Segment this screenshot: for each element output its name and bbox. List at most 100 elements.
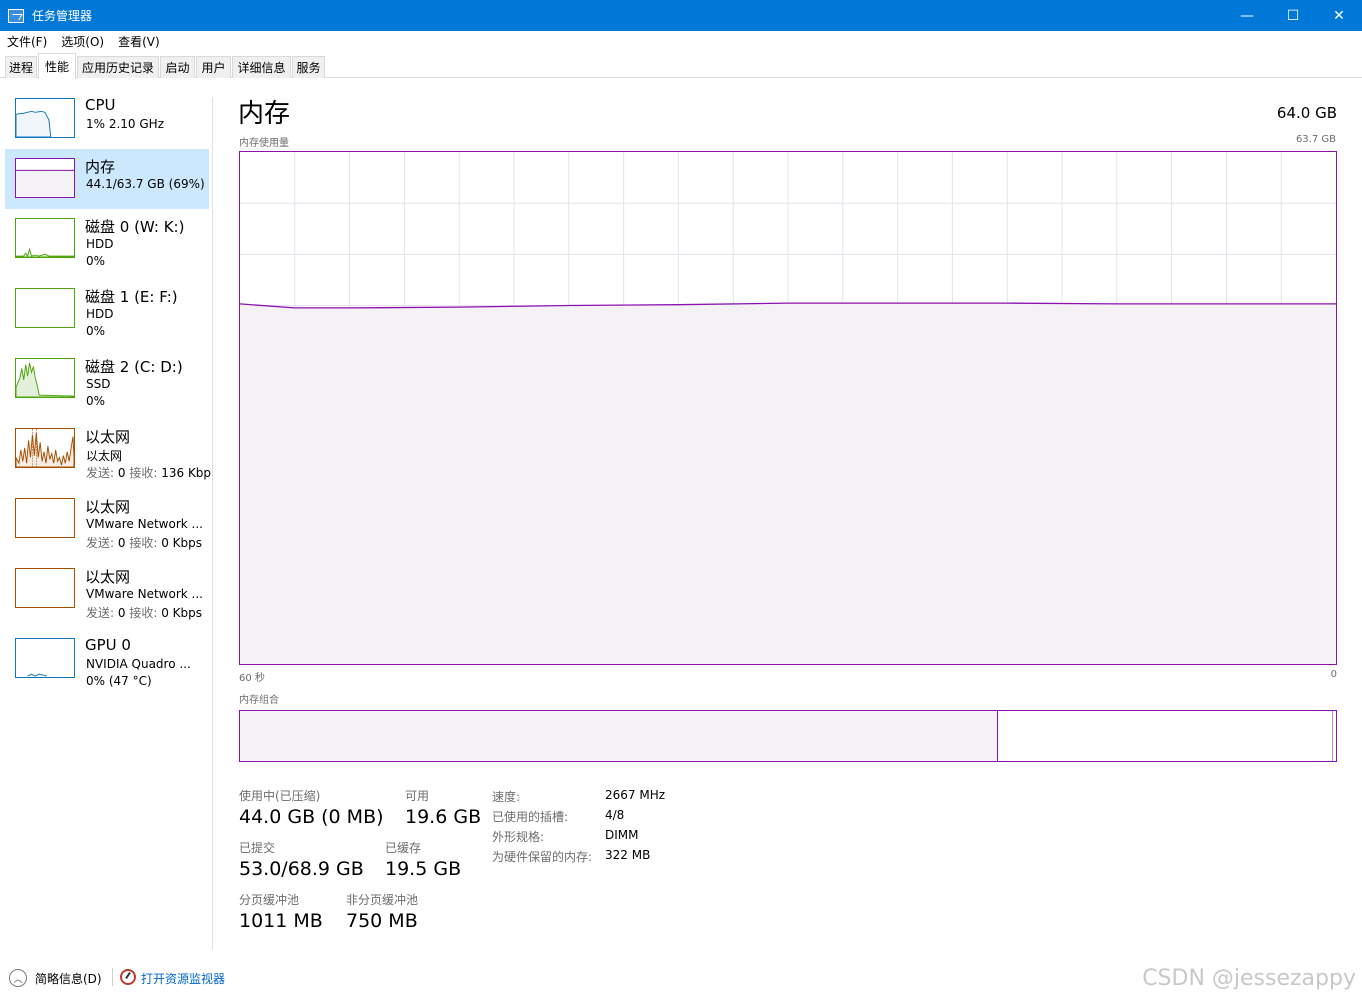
memory-usage-svg xyxy=(240,152,1336,664)
menu-options[interactable]: 选项(O) xyxy=(54,33,111,50)
sidebar-item-title: 磁盘 2 (C: D:) xyxy=(85,358,183,376)
stat-label: 已提交 xyxy=(239,841,276,855)
menu-view[interactable]: 查看(V) xyxy=(111,33,167,50)
composition-in-use-segment[interactable] xyxy=(240,711,999,761)
spec-label: 为硬件保留的内存: xyxy=(492,850,593,864)
sidebar-item-usage: 0% xyxy=(86,254,106,268)
tab-details[interactable]: 详细信息 xyxy=(232,56,291,78)
tab-bar: 进程 性能 应用历史记录 启动 用户 详细信息 服务 xyxy=(0,51,1362,79)
receive-value: 0 Kbps xyxy=(161,606,203,620)
memory-thumbnail-graph xyxy=(15,158,75,198)
sidebar-item-detail: VMware Network ... xyxy=(86,587,203,601)
receive-value: 136 Kbp xyxy=(161,466,212,480)
stat-value: 19.5 GB xyxy=(385,858,462,880)
spec-value: 2667 MHz xyxy=(605,788,666,802)
sidebar-item-disk-1[interactable]: 磁盘 1 (E: F:) HDD 0% xyxy=(5,279,209,339)
sidebar-item-memory[interactable]: 内存 44.1/63.7 GB (69%) xyxy=(5,149,209,209)
sidebar-item-vmware-1[interactable]: 以太网 VMware Network ... 发送: 0 接收: 0 Kbps xyxy=(5,489,209,551)
send-value: 0 xyxy=(117,536,126,550)
spec-label: 外形规格: xyxy=(492,830,545,844)
sidebar-item-detail: 1% 2.10 GHz xyxy=(86,117,165,131)
send-label: 发送: xyxy=(86,466,115,480)
tab-processes[interactable]: 进程 xyxy=(5,56,37,78)
ethernet-thumbnail-graph xyxy=(15,428,75,468)
memory-usage-area xyxy=(240,303,1336,664)
sidebar-item-title: 以太网 xyxy=(85,568,131,586)
sidebar-item-title: 磁盘 0 (W: K:) xyxy=(85,218,185,236)
send-value: 0 xyxy=(117,466,126,480)
close-button[interactable]: ✕ xyxy=(1316,0,1362,31)
title-bar: 任务管理器 — ☐ ✕ xyxy=(0,0,1362,31)
sidebar-item-disk-2[interactable]: 磁盘 2 (C: D:) SSD 0% xyxy=(5,349,209,409)
sidebar-item-title: 内存 xyxy=(85,158,116,176)
cpu-thumbnail-graph xyxy=(15,98,75,138)
stat-label: 分页缓冲池 xyxy=(239,893,300,907)
open-resource-monitor-link[interactable]: 打开资源监视器 xyxy=(141,970,225,987)
sidebar-item-throughput: 发送: 0 接收: 136 Kbp xyxy=(86,464,211,481)
stat-label: 使用中(已压缩) xyxy=(239,789,321,803)
spec-label: 速度: xyxy=(492,790,521,804)
sidebar-item-title: GPU 0 xyxy=(85,636,131,654)
stat-label: 可用 xyxy=(405,789,430,803)
disk-1-thumbnail-graph xyxy=(15,288,75,328)
vmware-2-thumbnail-graph xyxy=(15,568,75,608)
sidebar-item-vmware-2[interactable]: 以太网 VMware Network ... 发送: 0 接收: 0 Kbps xyxy=(5,559,209,620)
minimize-button[interactable]: — xyxy=(1224,0,1270,31)
send-label: 发送: xyxy=(86,536,115,550)
menu-file[interactable]: 文件(F) xyxy=(0,33,54,50)
sidebar-item-detail: NVIDIA Quadro ... xyxy=(86,657,191,671)
spec-label: 已使用的插槽: xyxy=(492,810,569,824)
maximize-button[interactable]: ☐ xyxy=(1270,0,1316,31)
window-controls: — ☐ ✕ xyxy=(1224,0,1362,31)
window-title: 任务管理器 xyxy=(32,9,93,23)
receive-value: 0 Kbps xyxy=(161,536,203,550)
stat-value: 19.6 GB xyxy=(405,806,482,828)
gpu-0-thumbnail-graph xyxy=(15,638,75,678)
spec-slots: 已使用的插槽: 4/8 xyxy=(492,808,752,828)
stat-in-use: 使用中(已压缩) 44.0 GB (0 MB) xyxy=(239,787,384,828)
performance-sidebar: CPU 1% 2.10 GHz 内存 44.1/63.7 GB (69%) 磁盘… xyxy=(0,79,212,949)
sidebar-divider xyxy=(212,97,213,950)
tab-performance[interactable]: 性能 xyxy=(38,53,76,79)
sidebar-item-throughput: 发送: 0 接收: 0 Kbps xyxy=(86,534,202,551)
sidebar-item-cpu[interactable]: CPU 1% 2.10 GHz xyxy=(5,89,209,149)
chart-title: 内存使用量 xyxy=(239,138,289,149)
send-label: 发送: xyxy=(86,606,115,620)
memory-composition-bar xyxy=(239,710,1337,762)
fewer-details-button[interactable]: 简略信息(D) xyxy=(35,970,102,987)
disk-2-thumbnail-graph xyxy=(15,358,75,398)
sidebar-item-disk-0[interactable]: 磁盘 0 (W: K:) HDD 0% xyxy=(5,209,209,269)
sidebar-item-ethernet[interactable]: 以太网 以太网 发送: 0 接收: 136 Kbp xyxy=(5,419,211,481)
sidebar-item-detail: HDD xyxy=(86,307,114,321)
sidebar-item-detail: VMware Network ... xyxy=(86,517,203,531)
send-value: 0 xyxy=(117,606,126,620)
resource-monitor-icon[interactable] xyxy=(120,969,136,985)
stat-value: 750 MB xyxy=(346,910,418,932)
stat-cached: 已缓存 19.5 GB xyxy=(385,839,461,880)
receive-label: 接收: xyxy=(129,466,158,480)
vmware-1-thumbnail-graph xyxy=(15,498,75,538)
memory-usage-chart xyxy=(239,151,1337,665)
tab-app-history[interactable]: 应用历史记录 xyxy=(77,56,159,78)
spec-speed: 速度: 2667 MHz xyxy=(492,788,752,808)
sidebar-item-detail: 以太网 xyxy=(86,449,123,463)
chevron-up-icon[interactable]: ︿ xyxy=(9,969,27,987)
stat-value: 44.0 GB (0 MB) xyxy=(239,806,384,828)
tab-services[interactable]: 服务 xyxy=(292,56,325,78)
composition-standby-segment[interactable] xyxy=(998,711,1333,761)
spec-value: DIMM xyxy=(605,828,639,842)
sidebar-item-title: CPU xyxy=(85,96,116,114)
sidebar-item-title: 磁盘 1 (E: F:) xyxy=(85,288,178,306)
chart-max-label: 63.7 GB xyxy=(1295,134,1336,145)
sidebar-item-title: 以太网 xyxy=(85,428,131,446)
footer-separator xyxy=(112,968,113,986)
sidebar-item-detail: 44.1/63.7 GB (69%) xyxy=(86,177,205,191)
spec-hardware-reserved: 为硬件保留的内存: 322 MB xyxy=(492,848,752,868)
receive-label: 接收: xyxy=(129,536,158,550)
tab-startup[interactable]: 启动 xyxy=(160,56,195,78)
stat-value: 1011 MB xyxy=(239,910,323,932)
sidebar-item-gpu-0[interactable]: GPU 0 NVIDIA Quadro ... 0% (47 °C) xyxy=(5,629,209,689)
tab-users[interactable]: 用户 xyxy=(196,56,231,78)
sidebar-item-detail: HDD xyxy=(86,237,114,251)
sidebar-item-usage: 0% xyxy=(86,394,106,408)
